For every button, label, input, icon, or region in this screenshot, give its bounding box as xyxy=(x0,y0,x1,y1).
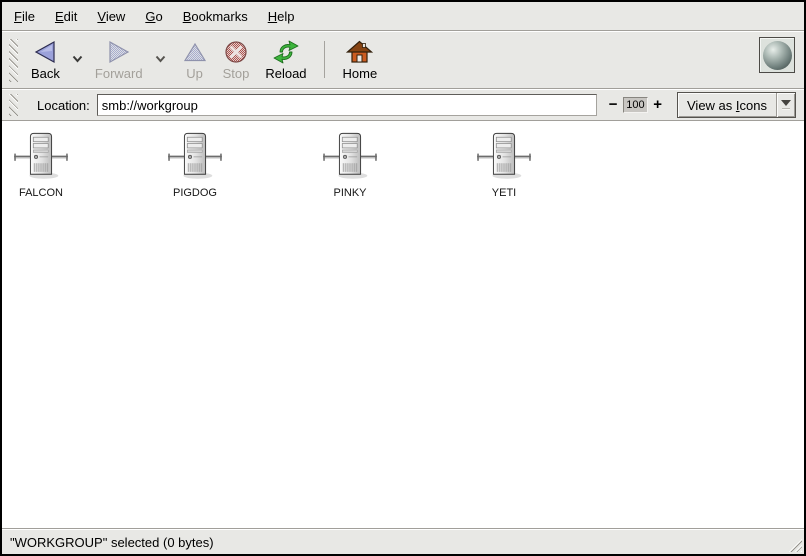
server-item-pigdog[interactable]: PIGDOG xyxy=(164,131,226,199)
menu-help[interactable]: Help xyxy=(258,4,305,29)
menu-view[interactable]: View xyxy=(87,4,135,29)
server-item-label: PINKY xyxy=(333,187,366,199)
toolbar-spacer xyxy=(385,34,759,88)
up-label: Up xyxy=(186,66,203,81)
zoom-level-indicator: 100 xyxy=(623,97,649,113)
reload-icon xyxy=(271,38,301,66)
status-text: "WORKGROUP" selected (0 bytes) xyxy=(10,535,214,550)
forward-history-dropdown[interactable] xyxy=(151,51,170,66)
toolbar-drag-handle[interactable] xyxy=(9,39,18,82)
forward-arrow-icon xyxy=(106,38,132,66)
back-arrow-icon xyxy=(32,38,58,66)
icon-view-pane[interactable]: FALCON PIGDOG PINKY YETI xyxy=(2,122,804,528)
back-button[interactable]: Back xyxy=(23,34,68,88)
server-item-falcon[interactable]: FALCON xyxy=(10,131,72,199)
server-item-label: PIGDOG xyxy=(173,187,217,199)
server-icon xyxy=(12,131,70,181)
throbber-globe-icon xyxy=(759,37,795,73)
back-history-dropdown[interactable] xyxy=(68,51,87,66)
up-arrow-icon xyxy=(183,38,207,66)
forward-button[interactable]: Forward xyxy=(87,34,151,88)
toolbar: Back Forward Up xyxy=(2,32,804,88)
forward-label: Forward xyxy=(95,66,143,81)
menubar: File Edit View Go Bookmarks Help xyxy=(2,2,804,30)
stop-label: Stop xyxy=(223,66,250,81)
menu-edit[interactable]: Edit xyxy=(45,4,87,29)
chevron-down-icon xyxy=(776,93,795,117)
toolbar-separator xyxy=(324,41,325,78)
server-icon xyxy=(475,131,533,181)
server-item-label: YETI xyxy=(492,187,516,199)
window-resize-grip[interactable] xyxy=(787,537,802,552)
server-item-label: FALCON xyxy=(19,187,63,199)
location-input[interactable] xyxy=(97,94,597,116)
server-item-pinky[interactable]: PINKY xyxy=(319,131,381,199)
file-manager-window: File Edit View Go Bookmarks Help Back Fo… xyxy=(0,0,806,556)
stop-button[interactable]: Stop xyxy=(215,34,258,88)
home-icon xyxy=(346,38,373,66)
location-label: Location: xyxy=(37,98,90,113)
up-button[interactable]: Up xyxy=(175,34,215,88)
status-bar: "WORKGROUP" selected (0 bytes) xyxy=(2,530,804,554)
locationbar-drag-handle[interactable] xyxy=(9,94,18,116)
back-label: Back xyxy=(31,66,60,81)
home-label: Home xyxy=(343,66,378,81)
view-as-label: View as Icons xyxy=(678,98,776,113)
reload-button[interactable]: Reload xyxy=(257,34,314,88)
location-bar: Location: − 100 + View as Icons xyxy=(2,90,804,120)
menu-bookmarks[interactable]: Bookmarks xyxy=(173,4,258,29)
stop-icon xyxy=(224,38,248,66)
server-icon xyxy=(321,131,379,181)
menu-file[interactable]: File xyxy=(4,4,45,29)
reload-label: Reload xyxy=(265,66,306,81)
server-item-yeti[interactable]: YETI xyxy=(473,131,535,199)
server-icon xyxy=(166,131,224,181)
home-button[interactable]: Home xyxy=(335,34,386,88)
menu-go[interactable]: Go xyxy=(135,4,172,29)
view-as-dropdown[interactable]: View as Icons xyxy=(677,92,796,118)
zoom-in-button[interactable]: + xyxy=(648,96,667,114)
zoom-out-button[interactable]: − xyxy=(604,96,623,114)
